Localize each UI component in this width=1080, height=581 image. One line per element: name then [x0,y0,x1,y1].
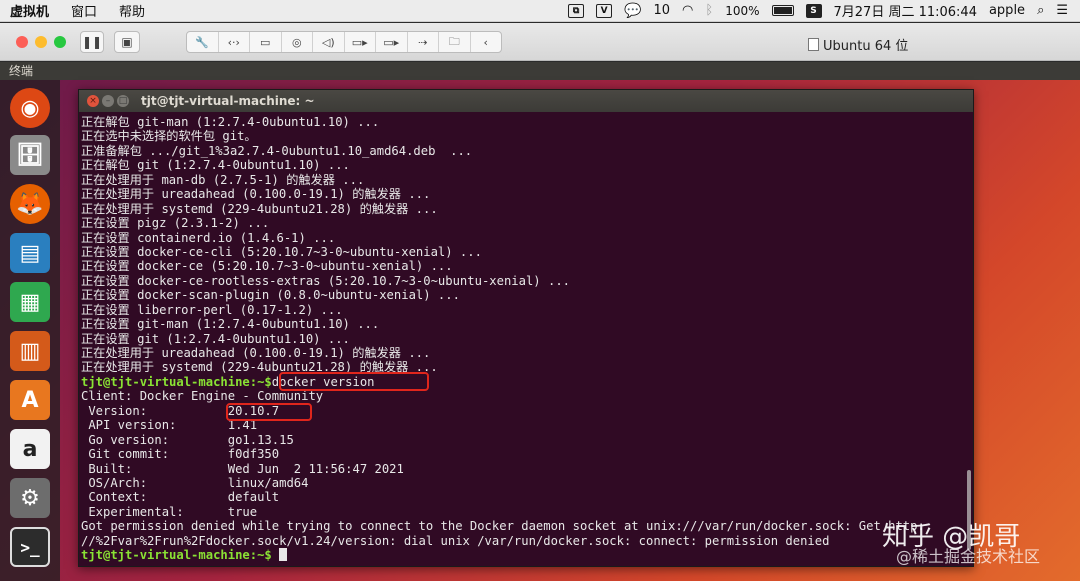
writer-icon[interactable]: ▤ [10,233,50,273]
software-center-icon[interactable]: A [10,380,50,420]
terminal-output-line: Context: default [81,490,280,505]
terminal-output-line: Go version: go1.13.15 [81,432,294,447]
terminal-output-line: Built: Wed Jun 2 11:56:47 2021 [81,461,404,476]
zoom-window-icon[interactable] [54,36,66,48]
vm-window-title: Ubuntu 64 位 [808,35,908,54]
terminal-line: 正准备解包 .../git_1%3a2.7.4-0ubuntu1.10_amd6… [81,143,473,158]
command-highlight-box [279,372,429,391]
input-method-icon[interactable]: S [805,3,822,18]
terminal-output-line: API version: 1.41 [81,418,258,433]
pause-vm-button[interactable]: ❚❚ [80,31,104,53]
terminal-line: 正在设置 containerd.io (1.4.6-1) ... [81,230,336,245]
terminal-line: 正在选中未选择的软件包 git。 [81,129,257,144]
settings-icon[interactable]: ⚙ [10,478,50,518]
shell-prompt: tjt@tjt-virtual-machine:~$ [81,374,272,389]
terminal-line: 正在处理用于 systemd (229-4ubuntu21.28) 的触发器 .… [81,360,438,375]
terminal-output-line: Git commit: f0df350 [81,447,280,462]
text-cursor [279,548,288,562]
calc-icon[interactable]: ▦ [10,282,50,322]
menu-help[interactable]: 帮助 [119,1,145,20]
minimize-icon[interactable]: – [102,95,114,107]
files-icon[interactable]: 🗄 [10,135,50,175]
terminal-output[interactable]: 正在解包 git-man (1:2.7.4-0ubuntu1.10) ... 正在… [79,112,973,563]
usb-icon[interactable]: ⇢ [408,32,439,52]
maximize-icon[interactable]: □ [117,95,129,107]
terminal-line: 正在处理用于 man-db (2.7.5-1) 的触发器 ... [81,172,365,187]
terminal-output-line: Client: Docker Engine - Community [81,389,324,404]
wechat-count: 10 [653,3,671,18]
sound-icon[interactable]: ◁) [313,32,345,52]
ubuntu-launcher: ◉ 🗄 🦊 ▤ ▦ ▥ A a ⚙ >_ [0,80,60,581]
terminal-output-line: OS/Arch: linux/amd64 [81,475,309,490]
ubuntu-app-title: 终端 [9,64,34,78]
version-highlight-box [226,403,312,421]
vm-device-toolbar: 🔧 ‹·› ▭ ◎ ◁) ▭▸ ▭▸ ⇢ 🗀 ‹ [186,31,502,53]
settings-wrench-icon[interactable]: 🔧 [187,32,219,52]
active-prompt-line: tjt@tjt-virtual-machine:~$ [81,548,973,562]
bluetooth-icon[interactable]: ᛒ [705,3,713,18]
terminal-line: 正在设置 pigz (2.3.1-2) ... [81,216,270,231]
wifi-icon[interactable]: ◠ [682,3,693,18]
collapse-chevron-icon[interactable]: ‹ [471,32,502,52]
terminal-line: 正在设置 docker-ce-cli (5:20.10.7~3-0~ubuntu… [81,244,482,259]
minimize-window-icon[interactable] [35,36,47,48]
snapshot-button[interactable]: ▣ [114,31,140,53]
impress-icon[interactable]: ▥ [10,331,50,371]
terminal-output-line: Experimental: true [81,504,258,519]
mac-menu: 虚拟机 窗口 帮助 [0,1,145,20]
network-arrows-icon[interactable]: ‹·› [219,32,250,52]
ubuntu-top-panel: 终端 [0,62,1080,80]
user-name[interactable]: apple [989,3,1025,18]
shell-prompt: tjt@tjt-virtual-machine:~$ [81,548,272,563]
close-icon[interactable]: × [87,95,99,107]
mac-status-area: ⧉ V 💬 10 ◠ ᛒ 100% S 7月27日 周二 11:06:44 ap… [568,1,1080,20]
vm-toolbar: ❚❚ ▣ 🔧 ‹·› ▭ ◎ ◁) ▭▸ ▭▸ ⇢ 🗀 ‹ Ubuntu 64 … [0,23,1080,61]
terminal-output-line: Version: 20.10.7 [81,403,280,418]
mac-menu-bar: 虚拟机 窗口 帮助 ⧉ V 💬 10 ◠ ᛒ 100% S 7月27日 周二 1… [0,0,1080,22]
terminal-line: 正在设置 docker-scan-plugin (0.8.0~ubuntu-xe… [81,288,460,303]
terminal-line: 正在处理用于 ureadahead (0.100.0-19.1) 的触发器 ..… [81,346,431,360]
menu-app[interactable]: 虚拟机 [10,1,49,20]
video-device-icon[interactable]: ▭▸ [345,32,376,52]
terminal-line: 正在设置 git-man (1:2.7.4-0ubuntu1.10) ... [81,317,380,332]
vmware-icon[interactable]: V [596,3,613,18]
watermark-juejin: @稀土掘金技术社区 [896,547,1041,566]
video-device-2-icon[interactable]: ▭▸ [376,32,408,52]
battery-icon[interactable] [771,5,794,16]
terminal-line: 正在处理用于 systemd (229-4ubuntu21.28) 的触发器 .… [81,201,438,216]
terminal-line: 正在处理用于 ureadahead (0.100.0-19.1) 的触发器 ..… [81,187,431,202]
ubuntu-dash-icon[interactable]: ◉ [10,88,50,128]
terminal-line: 正在设置 docker-ce-rootless-extras (5:20.10.… [81,273,570,288]
terminal-title: tjt@tjt-virtual-machine: ~ [141,94,315,108]
menu-window[interactable]: 窗口 [71,1,97,20]
document-icon [808,38,819,51]
terminal-titlebar[interactable]: × – □ tjt@tjt-virtual-machine: ~ [79,90,973,112]
terminal-line: 正在设置 git (1:2.7.4-0ubuntu1.10) ... [81,331,350,346]
screen-share-icon[interactable]: ⧉ [568,3,585,18]
amazon-icon[interactable]: a [10,429,50,469]
terminal-line: 正在设置 docker-ce (5:20.10.7~3-0~ubuntu-xen… [81,259,453,274]
firefox-icon[interactable]: 🦊 [10,184,50,224]
battery-percent: 100% [725,3,760,18]
vm-title-text: Ubuntu 64 位 [823,39,909,54]
terminal-line: 正在设置 liberror-perl (0.17-1.2) ... [81,302,343,317]
terminal-icon[interactable]: >_ [10,527,50,567]
disk-icon[interactable]: ▭ [250,32,282,52]
terminal-output-line: Got permission denied while trying to co… [81,519,925,534]
close-window-icon[interactable] [16,36,28,48]
camera-device-icon[interactable]: ◎ [282,32,313,52]
terminal-line: 正在解包 git-man (1:2.7.4-0ubuntu1.10) ... [81,115,380,129]
command-line: tjt@tjt-virtual-machine:~$docker version [81,375,973,389]
control-center-icon[interactable]: ☰ [1056,3,1068,18]
terminal-window[interactable]: × – □ tjt@tjt-virtual-machine: ~ 正在解包 gi… [78,89,974,567]
terminal-output-line: //%2Fvar%2Frun%2Fdocker.sock/v1.24/versi… [81,533,830,548]
spotlight-search-icon[interactable]: ⌕ [1037,3,1044,18]
shared-folder-icon[interactable]: 🗀 [439,32,471,52]
wechat-icon[interactable]: 💬 [624,3,641,19]
terminal-line: 正在解包 git (1:2.7.4-0ubuntu1.10) ... [81,158,350,173]
clock[interactable]: 7月27日 周二 11:06:44 [834,1,977,20]
